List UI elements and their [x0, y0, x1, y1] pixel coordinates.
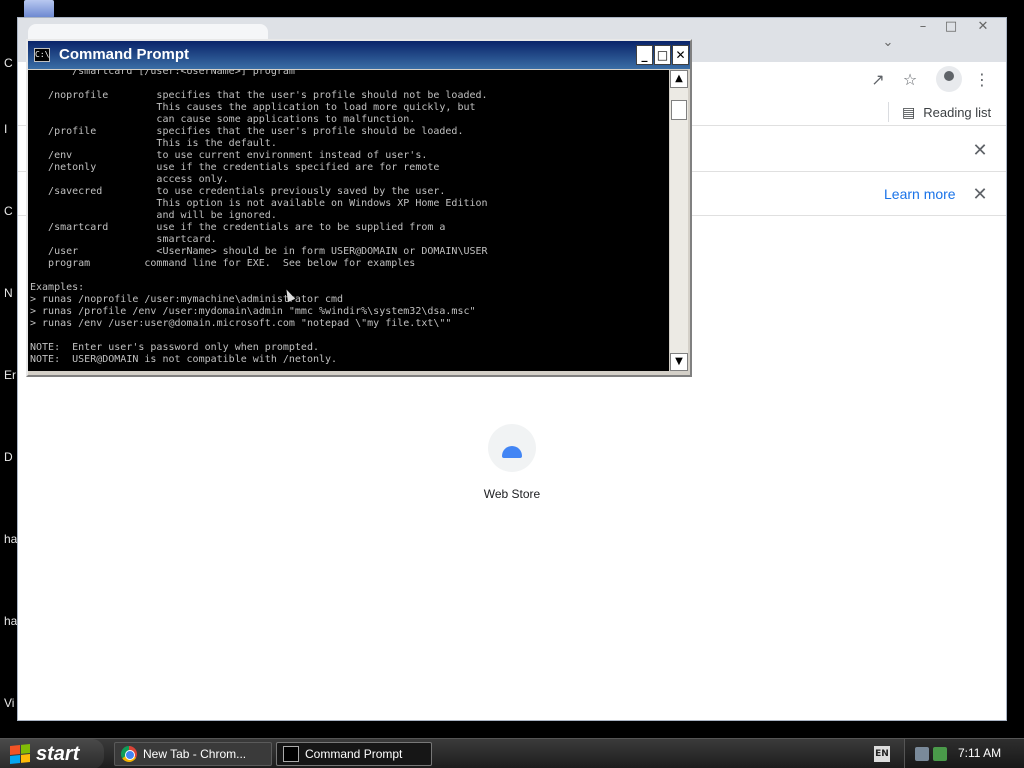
close-icon[interactable]: ✕: [672, 45, 689, 65]
chrome-icon: [121, 746, 137, 762]
desktop-icon-top[interactable]: [24, 0, 54, 18]
vertical-scrollbar[interactable]: ▲ ▼: [670, 70, 688, 371]
console-line: /user <UserName> should be in form USER@…: [30, 246, 488, 257]
console-line: smartcard.: [30, 234, 217, 245]
console-output[interactable]: /smartcard [/user:<UserName>] program /n…: [28, 70, 669, 371]
windows-logo-icon: [10, 743, 30, 765]
command-prompt-window: C:\ Command Prompt _ □ ✕ /smartcard [/us…: [26, 39, 692, 377]
desktop-icon-label[interactable]: C: [4, 56, 13, 70]
cmd-system-icon[interactable]: C:\: [34, 48, 50, 62]
console-text: /smartcard [/user:<UserName>] program /n…: [28, 70, 669, 366]
desktop-icon-label[interactable]: Er: [4, 368, 16, 382]
console-line: NOTE: USER@DOMAIN is not compatible with…: [30, 354, 338, 365]
maximize-icon[interactable]: □: [936, 18, 966, 36]
console-line: and will be ignored.: [30, 210, 277, 221]
minimize-icon[interactable]: _: [636, 45, 653, 65]
console-line: Examples:: [30, 282, 85, 293]
desktop-icon-label[interactable]: ha: [4, 532, 17, 546]
scroll-thumb[interactable]: [671, 100, 687, 120]
console-line: This is the default.: [30, 138, 277, 149]
desktop-icon-label[interactable]: ha: [4, 614, 17, 628]
share-icon[interactable]: ↗: [867, 69, 889, 91]
security-icon[interactable]: [933, 747, 947, 761]
web-store-icon: [488, 424, 536, 472]
close-icon[interactable]: ✕: [968, 18, 998, 36]
profile-avatar-icon[interactable]: [936, 66, 962, 92]
console-line: > runas /env /user:user@domain.microsoft…: [30, 318, 452, 329]
taskbar-item-command-prompt[interactable]: Command Prompt: [276, 742, 432, 766]
network-icon[interactable]: [915, 747, 929, 761]
console-line: /env to use current environment instead …: [30, 150, 428, 161]
console-line: NOTE: Enter user's password only when pr…: [30, 342, 319, 353]
desktop-icon-label[interactable]: Vi: [4, 696, 14, 710]
console-line: /profile specifies that the user's profi…: [30, 126, 464, 137]
minimize-icon[interactable]: –: [908, 18, 938, 36]
window-title: Command Prompt: [59, 46, 190, 63]
console-line: This causes the application to load more…: [30, 102, 476, 113]
maximize-icon[interactable]: □: [654, 45, 671, 65]
console-line: > runas /noprofile /user:mymachine\admin…: [30, 294, 344, 305]
console-line: /smartcard [/user:<UserName>] program: [30, 70, 295, 77]
desktop-icon-label[interactable]: I: [4, 122, 7, 136]
bookmark-star-icon[interactable]: ☆: [899, 69, 921, 91]
cmd-titlebar[interactable]: C:\ Command Prompt _ □ ✕: [28, 41, 690, 69]
cmd-icon: [283, 746, 299, 762]
scroll-up-icon[interactable]: ▲: [670, 70, 688, 88]
desktop-icon-label[interactable]: C: [4, 204, 13, 218]
taskbar-item-label: New Tab - Chrom...: [143, 747, 247, 761]
console-line: access only.: [30, 174, 229, 185]
desktop-icon-label[interactable]: D: [4, 450, 13, 464]
close-icon[interactable]: ✕: [970, 185, 990, 205]
console-line: /smartcard use if the credentials are to…: [30, 222, 446, 233]
reading-list-label: Reading list: [923, 104, 992, 120]
shortcut-web-store[interactable]: Web Store: [464, 424, 560, 501]
learn-more-link[interactable]: Learn more: [884, 186, 956, 202]
reading-list-button[interactable]: ▤ Reading list: [902, 102, 991, 122]
console-line: program command line for EXE. See below …: [30, 258, 416, 269]
tab-search-icon[interactable]: ⌄: [873, 34, 903, 52]
taskbar: start New Tab - Chrom... Command Prompt …: [0, 738, 1024, 768]
shortcut-label: Web Store: [483, 487, 541, 501]
language-indicator[interactable]: EN: [874, 746, 890, 762]
start-label: start: [36, 742, 80, 765]
console-line: /savecred to use credentials previously …: [30, 186, 446, 197]
console-line: > runas /profile /env /user:mydomain\adm…: [30, 306, 476, 317]
clock[interactable]: 7:11 AM: [958, 746, 1001, 760]
taskbar-item-chrome[interactable]: New Tab - Chrom...: [114, 742, 272, 766]
bookmarks-divider: [888, 102, 889, 122]
console-line: This option is not available on Windows …: [30, 198, 488, 209]
desktop-icon-label[interactable]: N: [4, 286, 13, 300]
taskbar-item-label: Command Prompt: [305, 747, 403, 761]
reading-list-icon: ▤: [902, 103, 916, 120]
menu-icon[interactable]: ⋮: [971, 69, 993, 91]
console-line: /noprofile specifies that the user's pro…: [30, 90, 488, 101]
console-line: can cause some applications to malfuncti…: [30, 114, 416, 125]
scroll-down-icon[interactable]: ▼: [670, 353, 688, 371]
start-button[interactable]: start: [0, 739, 104, 768]
console-line: /netonly use if the credentials specifie…: [30, 162, 440, 173]
close-icon[interactable]: ✕: [970, 141, 990, 161]
